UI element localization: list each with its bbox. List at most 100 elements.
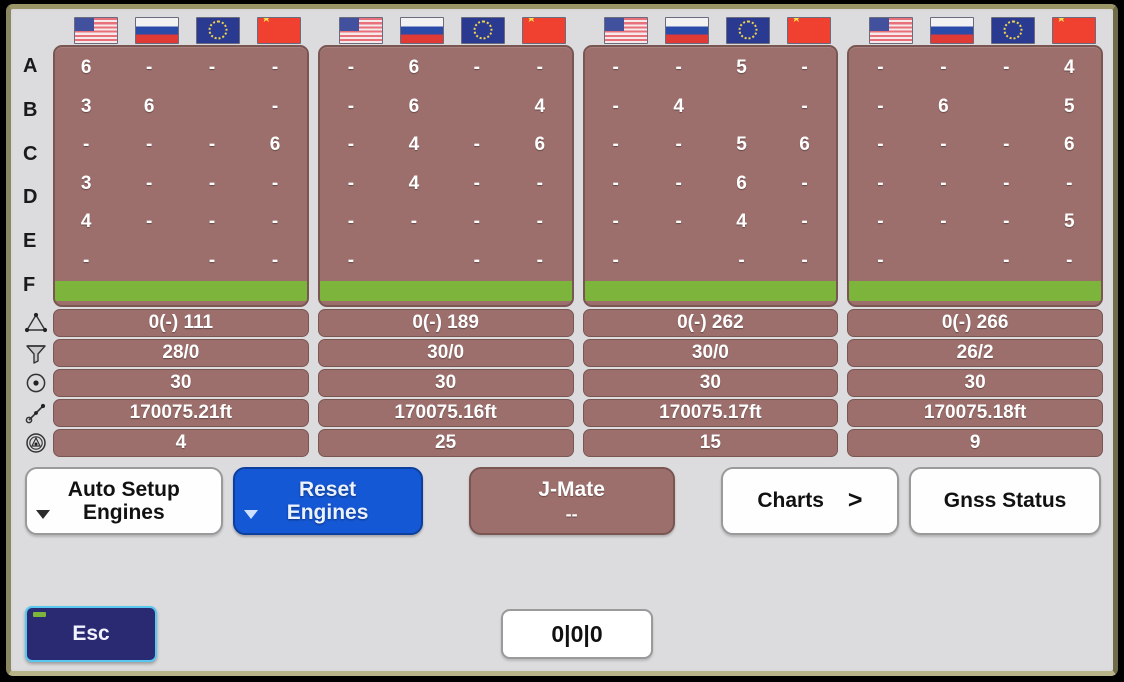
satellite-cell: - xyxy=(145,172,153,194)
engine-health-bar xyxy=(55,281,307,301)
engine-panel-2[interactable]: - 6 - - - 6 4 - 4 - 6 - 4 - - - - - - - - - xyxy=(317,45,574,307)
satellite-matrix: A B C D E F 6---36----63---4-------6---6… xyxy=(13,45,1111,307)
satellite-cell: 6 xyxy=(799,134,811,156)
satellite-cell: - xyxy=(145,57,153,79)
chevron-right-icon: > xyxy=(847,486,863,515)
satellite-cell: - xyxy=(675,57,683,79)
row-label-f: F xyxy=(23,273,36,296)
chevron-down-icon[interactable] xyxy=(243,510,258,519)
stat-line-age: 4 25 15 9 xyxy=(13,429,1105,457)
satellite-cell: 6 xyxy=(269,134,281,156)
status-tick-icon xyxy=(33,612,46,617)
stat-cell-group: 30 30 30 30 xyxy=(53,369,1105,397)
engine-panel-4[interactable]: - - - 4 - 6 5 - - - 6 - - - - - - - 5 - - - xyxy=(847,45,1103,307)
satellite-cell: - xyxy=(801,172,809,194)
auto-setup-line-1: Auto Setup xyxy=(67,477,180,501)
beidou-flag-icon xyxy=(1052,16,1097,44)
engine-stats-list: 0(-) 111 0(-) 189 0(-) 262 0(-) 266 28/0 30/0… xyxy=(13,307,1111,459)
satellite-cell: - xyxy=(208,249,216,271)
satellite-cell: 3 xyxy=(80,95,92,117)
satellite-cell: - xyxy=(612,57,620,79)
glonass-flag-icon xyxy=(134,16,179,44)
satellite-row: - - 5 - xyxy=(585,49,837,88)
satellite-row-group: - - 5 - - 4 - - - 5 6 - - 6 - - - 4 - - - - xyxy=(585,49,837,280)
stat-value-satellites[interactable]: 30/0 xyxy=(582,339,839,367)
stat-value-solution[interactable]: 0(-) 111 xyxy=(53,309,309,337)
reset-engines-button[interactable]: Reset Engines xyxy=(232,467,423,535)
screen-bezel: A B C D E F 6---36----63---4-------6---6… xyxy=(6,4,1118,676)
stat-value-age[interactable]: 9 xyxy=(847,429,1103,457)
chevron-down-icon[interactable] xyxy=(36,510,50,519)
satellite-cell xyxy=(647,242,710,281)
satellite-cell: - xyxy=(208,134,216,156)
stat-value-satellites[interactable]: 30/0 xyxy=(317,339,574,367)
stat-value-tracked[interactable]: 30 xyxy=(582,369,839,397)
beidou-flag-icon xyxy=(787,16,832,44)
row-label-column: A B C D E F xyxy=(13,45,53,307)
stat-value-age[interactable]: 4 xyxy=(53,429,309,457)
stat-value-solution[interactable]: 0(-) 266 xyxy=(847,309,1103,337)
satellite-cell: - xyxy=(1003,211,1010,233)
bottom-bar: Esc 0|0|0 xyxy=(13,603,1111,669)
satellite-cell: - xyxy=(208,172,216,194)
message-counter[interactable]: 0|0|0 xyxy=(501,609,653,659)
satellite-cell: - xyxy=(271,95,279,117)
engine-panel-3[interactable]: - - 5 - - 4 - - - 5 6 - - 6 - - - 4 - - - - xyxy=(582,45,839,307)
satellite-row: --- xyxy=(849,242,1101,281)
stat-value-baseline[interactable]: 170075.16ft xyxy=(317,399,574,427)
engine-health-bar xyxy=(584,281,837,301)
stat-cell-group: 0(-) 111 0(-) 189 0(-) 262 0(-) 266 xyxy=(53,309,1105,337)
j-mate-button[interactable]: J-Mate -- xyxy=(468,467,675,535)
satellite-cell: - xyxy=(347,57,355,79)
satellite-row: - 4 - 6 xyxy=(320,126,572,165)
satellite-cell: 4 xyxy=(673,95,685,117)
row-label-d: D xyxy=(23,186,38,209)
flag-group-engine-1 xyxy=(59,15,316,45)
satellite-cell: 5 xyxy=(736,134,748,156)
gnss-status-button[interactable]: Gnss Status xyxy=(909,467,1101,535)
beidou-flag-icon xyxy=(257,16,302,44)
row-label-a: A xyxy=(23,55,38,78)
satellite-cell: - xyxy=(208,57,216,79)
stat-value-satellites[interactable]: 28/0 xyxy=(53,339,309,367)
satellite-cell: - xyxy=(145,134,153,156)
esc-button[interactable]: Esc xyxy=(25,606,157,662)
auto-setup-engines-button[interactable]: Auto Setup Engines xyxy=(25,467,223,535)
stat-value-baseline[interactable]: 170075.17ft xyxy=(582,399,839,427)
charts-label: Charts xyxy=(757,489,824,513)
satellite-row-group: - 6 - - - 6 4 - 4 - 6 - 4 - - - - - - - - - xyxy=(320,49,572,280)
satellite-cell: 4 xyxy=(736,211,748,233)
stat-value-tracked[interactable]: 30 xyxy=(847,369,1103,397)
charts-button[interactable]: Charts > xyxy=(720,467,900,535)
triangle-network-icon xyxy=(13,309,53,337)
satellite-row: - 6 5 xyxy=(849,88,1101,127)
engine-panel-1[interactable]: 6 - - - 3 6 - - - - 6 3 - - - 4 - - - - - - xyxy=(53,45,309,307)
satellite-cell: - xyxy=(877,57,885,79)
filter-funnel-icon xyxy=(13,339,53,367)
stat-value-satellites[interactable]: 26/2 xyxy=(847,339,1103,367)
stat-line-satellites: 28/0 30/0 30/0 26/2 xyxy=(13,339,1105,367)
satellite-cell: - xyxy=(83,134,90,156)
satellite-cell: - xyxy=(1003,249,1010,271)
stat-value-age[interactable]: 15 xyxy=(582,429,839,457)
stat-value-tracked[interactable]: 30 xyxy=(53,369,309,397)
satellite-cell: - xyxy=(877,211,885,233)
satellite-cell: 4 xyxy=(80,211,92,233)
satellite-row: ---- xyxy=(320,203,572,242)
satellite-cell: - xyxy=(1003,134,1010,156)
stat-value-baseline[interactable]: 170075.18ft xyxy=(847,399,1103,427)
satellite-cell: - xyxy=(1066,172,1073,194)
engine-health-bar xyxy=(849,281,1101,301)
stat-value-age[interactable]: 25 xyxy=(317,429,574,457)
stat-value-baseline[interactable]: 170075.21ft xyxy=(53,399,309,427)
satellite-cell: - xyxy=(145,211,153,233)
stat-value-solution[interactable]: 0(-) 262 xyxy=(582,309,839,337)
satellite-cell: 5 xyxy=(1063,211,1076,233)
stat-line-tracked: 30 30 30 30 xyxy=(13,369,1105,397)
satellite-row: - 4 - xyxy=(585,88,837,127)
satellite-row: - - 6 - xyxy=(585,165,837,204)
stat-value-tracked[interactable]: 30 xyxy=(317,369,574,397)
satellite-cell: - xyxy=(738,249,746,271)
stat-value-solution[interactable]: 0(-) 189 xyxy=(317,309,574,337)
satellite-cell: 6 xyxy=(408,95,420,117)
